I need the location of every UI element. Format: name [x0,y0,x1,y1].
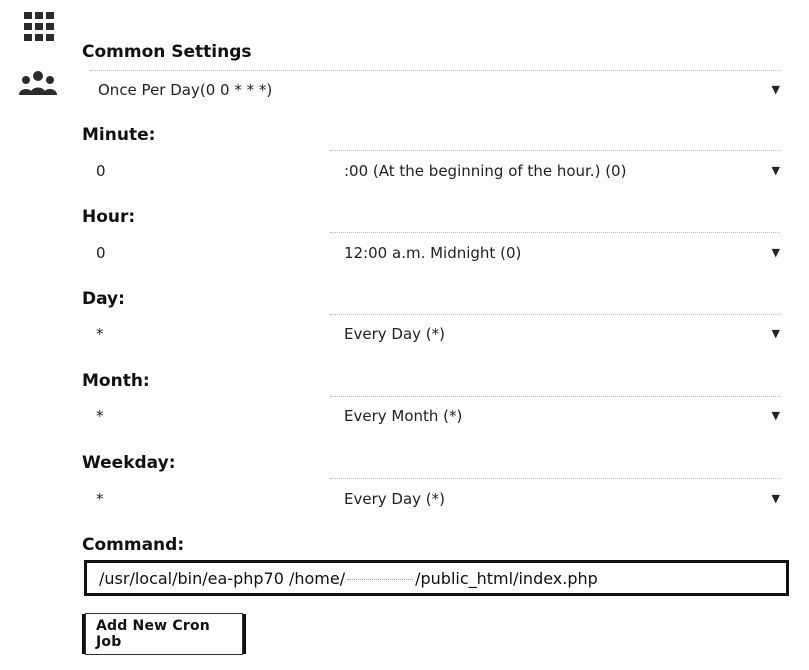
month-select-value: Every Month (*) [344,407,463,425]
minute-select-value: :00 (At the beginning of the hour.) (0) [344,162,627,180]
chevron-down-icon: ▼ [771,83,780,96]
command-suffix: /public_html/index.php [415,568,598,588]
month-label: Month: [82,371,150,391]
day-label: Day: [82,289,125,309]
common-settings-value: Once Per Day(0 0 * * *) [98,81,273,99]
day-input-value: * [96,325,104,343]
weekday-select[interactable]: Every Day (*) ▼ [344,485,780,513]
weekday-select-value: Every Day (*) [344,490,445,508]
day-input[interactable]: * [96,320,296,348]
hour-input[interactable]: 0 [96,239,296,267]
weekday-input[interactable]: * [96,485,296,513]
month-input[interactable]: * [96,402,296,430]
chevron-down-icon: ▼ [771,246,780,259]
day-select[interactable]: Every Day (*) ▼ [344,320,780,348]
weekday-label: Weekday: [82,453,176,473]
grid-icon[interactable] [22,10,56,44]
weekday-input-value: * [96,490,104,508]
minute-select[interactable]: :00 (At the beginning of the hour.) (0) … [344,157,780,185]
minute-label: Minute: [82,125,156,145]
chevron-down-icon: ▼ [771,164,780,177]
hour-select-value: 12:00 a.m. Midnight (0) [344,244,522,262]
divider [330,150,780,151]
divider [330,396,780,397]
chevron-down-icon: ▼ [771,409,780,422]
hour-select[interactable]: 12:00 a.m. Midnight (0) ▼ [344,239,780,267]
command-input[interactable]: /usr/local/bin/ea-php70 /home/ /public_h… [84,560,789,596]
hour-label: Hour: [82,207,136,227]
redacted-username [347,573,414,580]
divider [330,232,780,233]
command-label: Command: [82,535,185,555]
common-settings-select[interactable]: Once Per Day(0 0 * * *) ▼ [98,76,780,104]
command-prefix: /usr/local/bin/ea-php70 /home/ [99,568,346,588]
minute-input-value: 0 [96,162,106,180]
users-icon[interactable] [18,70,58,96]
add-new-cron-job-button[interactable]: Add New Cron Job [82,613,246,655]
chevron-down-icon: ▼ [771,492,780,505]
common-settings-label: Common Settings [82,42,252,62]
minute-input[interactable]: 0 [96,157,296,185]
chevron-down-icon: ▼ [771,327,780,340]
divider [330,478,780,479]
divider [330,314,780,315]
month-input-value: * [96,407,104,425]
hour-input-value: 0 [96,244,106,262]
add-new-cron-job-label: Add New Cron Job [85,613,243,655]
divider [90,70,780,71]
month-select[interactable]: Every Month (*) ▼ [344,402,780,430]
day-select-value: Every Day (*) [344,325,445,343]
